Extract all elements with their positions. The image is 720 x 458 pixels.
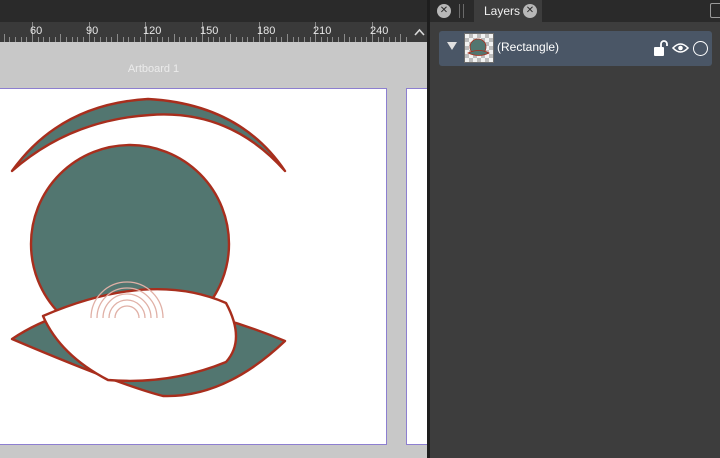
layers-panel: ✕ Layers ✕ (Rectangle) — [430, 0, 720, 458]
layer-row[interactable]: (Rectangle) — [439, 31, 712, 66]
grip-icon[interactable] — [459, 4, 464, 18]
layer-thumbnail — [464, 33, 494, 63]
vector-artwork[interactable] — [0, 0, 427, 458]
close-icon[interactable]: ✕ — [523, 4, 537, 18]
thumbnail-art — [467, 38, 490, 56]
panel-menu-icon[interactable] — [710, 3, 720, 18]
tab-label: Layers — [484, 4, 521, 18]
canvas-area[interactable]: 60 90 120 150 180 210 240 Artboard 1 — [0, 0, 427, 458]
panel-tab-bar: ✕ Layers ✕ — [430, 0, 720, 22]
visibility-circle-icon[interactable] — [693, 41, 708, 56]
lock-open-icon[interactable] — [653, 40, 669, 57]
layer-name[interactable]: (Rectangle) — [497, 40, 559, 54]
eye-icon[interactable] — [672, 41, 689, 55]
expand-arrow-icon[interactable] — [447, 42, 457, 50]
tab-layers[interactable]: Layers ✕ — [474, 0, 542, 22]
close-icon[interactable]: ✕ — [437, 4, 451, 18]
